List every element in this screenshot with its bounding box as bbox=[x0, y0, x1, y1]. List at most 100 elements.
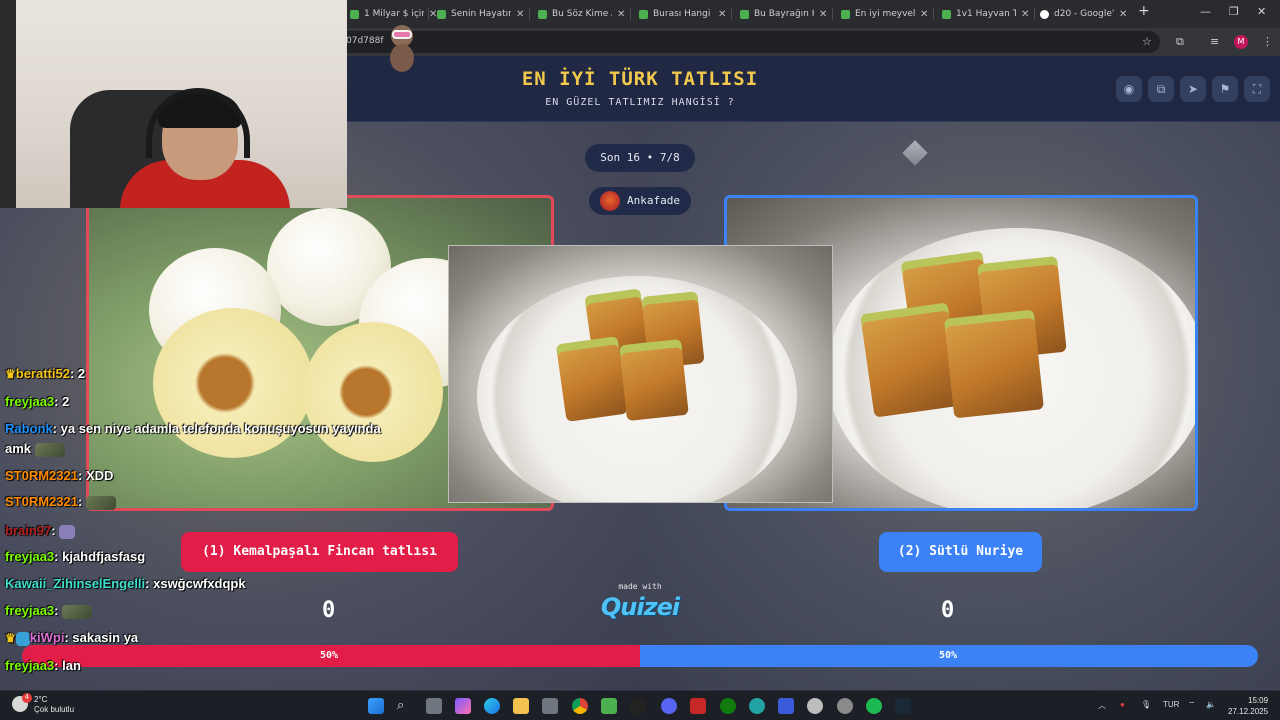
terminal-icon[interactable] bbox=[630, 698, 646, 714]
mascot-sticker-icon bbox=[390, 25, 414, 72]
emote-icon bbox=[59, 524, 76, 539]
menu-icon[interactable]: ⋮ bbox=[1262, 35, 1273, 48]
bookmark-star-icon[interactable]: ☆ bbox=[1142, 35, 1152, 48]
tab-8[interactable]: d20 - Google'da ✕ bbox=[1040, 4, 1127, 24]
tab-close-icon[interactable]: ✕ bbox=[617, 9, 625, 20]
emote-icon bbox=[85, 495, 116, 510]
tab-label: Bu Söz Kime Ai bbox=[552, 9, 612, 19]
url-text: 07d788f bbox=[346, 36, 384, 46]
store-icon[interactable] bbox=[542, 698, 558, 714]
app-icon[interactable] bbox=[749, 698, 765, 714]
chat-username: kiWpi bbox=[29, 630, 65, 645]
quizei-logo[interactable]: Quizei bbox=[590, 593, 690, 621]
chat-text: kjahdfjasfasg bbox=[62, 549, 146, 564]
choice-right-button[interactable]: (2) Sütlü Nuriye bbox=[879, 532, 1042, 572]
volume-icon[interactable]: 🔈 bbox=[1206, 700, 1216, 709]
send-icon[interactable]: ➤ bbox=[1180, 76, 1206, 102]
media-icon[interactable]: ≡ bbox=[1210, 35, 1219, 48]
chat-text: 2 bbox=[77, 366, 86, 381]
minimize-icon[interactable]: — bbox=[1200, 5, 1211, 18]
baklava-piece bbox=[944, 309, 1044, 419]
chat-message: freyjaa3: 2 bbox=[5, 394, 70, 409]
chat-text: amk bbox=[5, 441, 32, 456]
new-tab-icon[interactable]: + bbox=[1138, 3, 1150, 19]
choice-left-button[interactable]: (1) Kemalpaşalı Fincan tatlısı bbox=[181, 532, 458, 572]
obs-icon[interactable] bbox=[837, 698, 853, 714]
tab-2[interactable]: Senin Hayatını ✕ bbox=[437, 4, 524, 24]
task-view-icon[interactable] bbox=[426, 698, 442, 714]
tab-label: Senin Hayatını bbox=[451, 9, 511, 19]
percent-left-label: 50% bbox=[320, 650, 339, 661]
tab-6[interactable]: En iyi meyveler ✕ bbox=[841, 4, 928, 24]
tab-close-icon[interactable]: ✕ bbox=[1021, 9, 1029, 20]
webcam-overlay bbox=[0, 0, 347, 208]
copy-icon[interactable]: ⧉ bbox=[1148, 76, 1174, 102]
chat-message: brain97: bbox=[5, 523, 76, 539]
tab-favicon-icon bbox=[942, 9, 951, 19]
tab-5[interactable]: Bu Bayrağın Kı ✕ bbox=[740, 4, 827, 24]
chrome-icon[interactable] bbox=[572, 698, 588, 714]
tab-favicon-icon bbox=[740, 9, 749, 19]
input-language[interactable]: TUR bbox=[1163, 700, 1179, 709]
percent-right-label: 50% bbox=[939, 650, 958, 661]
app-icon[interactable] bbox=[778, 698, 794, 714]
close-window-icon[interactable]: ✕ bbox=[1257, 5, 1266, 18]
edge-icon[interactable] bbox=[484, 698, 500, 714]
weather-status: Çok bulutlu bbox=[34, 705, 75, 714]
chat-text: xswğcwfxdqpk bbox=[153, 576, 246, 591]
chat-message: freyjaa3: bbox=[5, 603, 93, 619]
baklava-piece bbox=[555, 336, 629, 422]
chat-username: freyjaa3 bbox=[5, 549, 55, 564]
spotify-icon[interactable] bbox=[866, 698, 882, 714]
minecraft-icon[interactable] bbox=[601, 698, 617, 714]
taskbar: 4 2°C Çok bulutlu ⌕ ︿ ● 🎙 TUR ⌔ 🔈 15:09 … bbox=[0, 690, 1280, 720]
webcam-background bbox=[0, 0, 16, 208]
copilot-icon[interactable] bbox=[455, 698, 471, 714]
weather-widget[interactable]: 2°C Çok bulutlu bbox=[34, 695, 74, 715]
tab-3[interactable]: Bu Söz Kime Ai ✕ bbox=[538, 4, 625, 24]
chat-message: Rabonk: ya sen niye adamla telefonda kon… bbox=[5, 421, 381, 436]
file-explorer-icon[interactable] bbox=[513, 698, 529, 714]
system-clock[interactable]: 15:09 27.12.2025 bbox=[1228, 695, 1268, 717]
microphone-icon[interactable]: 🎙 bbox=[1141, 700, 1151, 709]
tab-close-icon[interactable]: ✕ bbox=[920, 9, 928, 20]
tray-app-icon[interactable]: ● bbox=[1120, 700, 1125, 709]
restore-icon[interactable]: ❐ bbox=[1229, 5, 1239, 18]
temperature: 2°C bbox=[34, 695, 48, 704]
xbox-icon[interactable] bbox=[720, 698, 736, 714]
tray-chevron-icon[interactable]: ︿ bbox=[1098, 700, 1106, 711]
chat-username: Kawaii_ZihinselEngelli bbox=[5, 576, 146, 591]
search-icon[interactable]: ⌕ bbox=[397, 698, 413, 714]
url-input[interactable]: 07d788f bbox=[330, 31, 1160, 53]
profile-avatar[interactable]: M bbox=[1234, 35, 1248, 49]
tab-close-icon[interactable]: ✕ bbox=[819, 9, 827, 20]
vote-count-right: 0 bbox=[941, 598, 955, 623]
tab-close-icon[interactable]: ✕ bbox=[516, 9, 524, 20]
start-icon[interactable] bbox=[368, 698, 384, 714]
tab-close-icon[interactable]: ✕ bbox=[1119, 9, 1127, 20]
chat-username: freyjaa3 bbox=[5, 394, 55, 409]
tab-7[interactable]: 1v1 Hayvan Tu ✕ bbox=[942, 4, 1029, 24]
creator-badge[interactable]: Ankafade bbox=[589, 187, 691, 215]
weather-badge: 4 bbox=[22, 693, 32, 703]
steam-icon[interactable] bbox=[895, 698, 911, 714]
wifi-icon[interactable]: ⌔ bbox=[1188, 700, 1196, 710]
flag-icon[interactable]: ⚑ bbox=[1212, 76, 1238, 102]
image-preview-overlay bbox=[448, 245, 833, 503]
tab-1[interactable]: 1 Milyar $ için ✕ bbox=[350, 4, 437, 24]
tab-label: Burası Hangi Şe bbox=[653, 9, 713, 19]
tab-favicon-icon bbox=[841, 9, 850, 19]
discord-icon[interactable] bbox=[661, 698, 677, 714]
extensions-icon[interactable]: ⧉ bbox=[1176, 35, 1184, 49]
fullscreen-icon[interactable]: ⛶ bbox=[1244, 76, 1270, 102]
tab-favicon-icon bbox=[437, 9, 446, 19]
vote-count-left: 0 bbox=[322, 598, 336, 623]
netflix-icon[interactable] bbox=[690, 698, 706, 714]
app-icon[interactable] bbox=[807, 698, 823, 714]
chat-message: ST0RM2321: bbox=[5, 494, 116, 510]
tab-4[interactable]: Burası Hangi Şe ✕ bbox=[639, 4, 726, 24]
emote-icon bbox=[62, 604, 93, 619]
crown-icon: ♛ bbox=[5, 631, 16, 645]
tab-close-icon[interactable]: ✕ bbox=[718, 9, 726, 20]
eye-icon[interactable]: ◉ bbox=[1116, 76, 1142, 102]
